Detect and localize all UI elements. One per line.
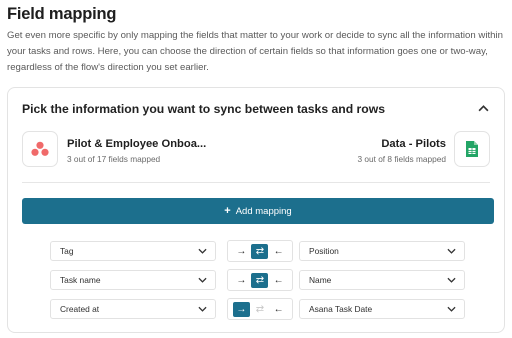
chevron-down-icon: [447, 248, 456, 254]
right-field-value: Name: [309, 275, 332, 285]
google-sheets-logo-icon: [466, 141, 478, 157]
sheets-app-icon-box: [454, 131, 490, 167]
left-field-value: Tag: [60, 246, 74, 256]
right-field-value: Asana Task Date: [309, 304, 373, 314]
right-field-value: Position: [309, 246, 339, 256]
chevron-up-icon: [478, 105, 488, 112]
arrow-right-icon: →: [236, 303, 247, 315]
direction-both-button[interactable]: ⇄: [251, 272, 269, 288]
direction-right-button[interactable]: →: [233, 244, 250, 259]
chevron-down-icon: [447, 306, 456, 312]
direction-left-button[interactable]: ←: [270, 273, 287, 288]
direction-left-button[interactable]: ←: [270, 302, 287, 317]
destination-count: 3 out of 8 fields mapped: [357, 154, 446, 164]
collapse-button[interactable]: [476, 102, 490, 114]
arrow-left-icon: ←: [273, 245, 284, 257]
left-field-value: Task name: [60, 275, 101, 285]
mapping-row: Task name → ⇄ ← Name: [50, 269, 494, 291]
add-mapping-label: Add mapping: [235, 205, 292, 217]
page-title: Field mapping: [7, 5, 117, 23]
sync-card: Pick the information you want to sync be…: [7, 87, 505, 333]
direction-both-button[interactable]: ⇄: [251, 243, 269, 259]
left-field-select[interactable]: Created at: [50, 299, 216, 319]
arrow-right-icon: →: [236, 245, 247, 257]
mapping-row: Tag → ⇄ ← Position: [50, 240, 494, 262]
left-field-value: Created at: [60, 304, 100, 314]
direction-toggle: → ⇄ ←: [227, 298, 293, 320]
right-field-select[interactable]: Asana Task Date: [299, 299, 465, 319]
add-mapping-button[interactable]: + Add mapping: [22, 198, 494, 224]
direction-toggle: → ⇄ ←: [227, 240, 293, 262]
chevron-down-icon: [198, 306, 207, 312]
direction-toggle: → ⇄ ←: [227, 269, 293, 291]
card-title: Pick the information you want to sync be…: [22, 102, 385, 116]
chevron-down-icon: [447, 277, 456, 283]
chevron-down-icon: [198, 277, 207, 283]
right-field-select[interactable]: Position: [299, 241, 465, 261]
arrow-left-icon: ←: [273, 303, 284, 315]
direction-right-button[interactable]: →: [233, 273, 250, 288]
asana-app-icon-box: [22, 131, 58, 167]
plus-icon: +: [224, 205, 231, 217]
left-field-select[interactable]: Task name: [50, 270, 216, 290]
source-name: Pilot & Employee Onboa...: [67, 138, 207, 150]
arrows-both-icon: ⇄: [255, 245, 265, 257]
right-field-select[interactable]: Name: [299, 270, 465, 290]
mapping-row: Created at → ⇄ ← Asana Task Date: [50, 298, 494, 320]
source-count: 3 out of 17 fields mapped: [67, 154, 161, 164]
arrow-right-icon: →: [236, 274, 247, 286]
divider: [22, 182, 490, 183]
direction-left-button[interactable]: ←: [270, 244, 287, 259]
arrows-both-icon: ⇄: [255, 303, 265, 315]
page-description: Get even more specific by only mapping t…: [7, 30, 503, 73]
arrow-left-icon: ←: [273, 274, 284, 286]
arrows-both-icon: ⇄: [255, 274, 265, 286]
asana-logo-icon: [31, 141, 49, 156]
chevron-down-icon: [198, 248, 207, 254]
direction-right-button[interactable]: →: [232, 301, 250, 317]
left-field-select[interactable]: Tag: [50, 241, 216, 261]
direction-both-button: ⇄: [251, 302, 268, 317]
destination-name: Data - Pilots: [381, 138, 446, 150]
